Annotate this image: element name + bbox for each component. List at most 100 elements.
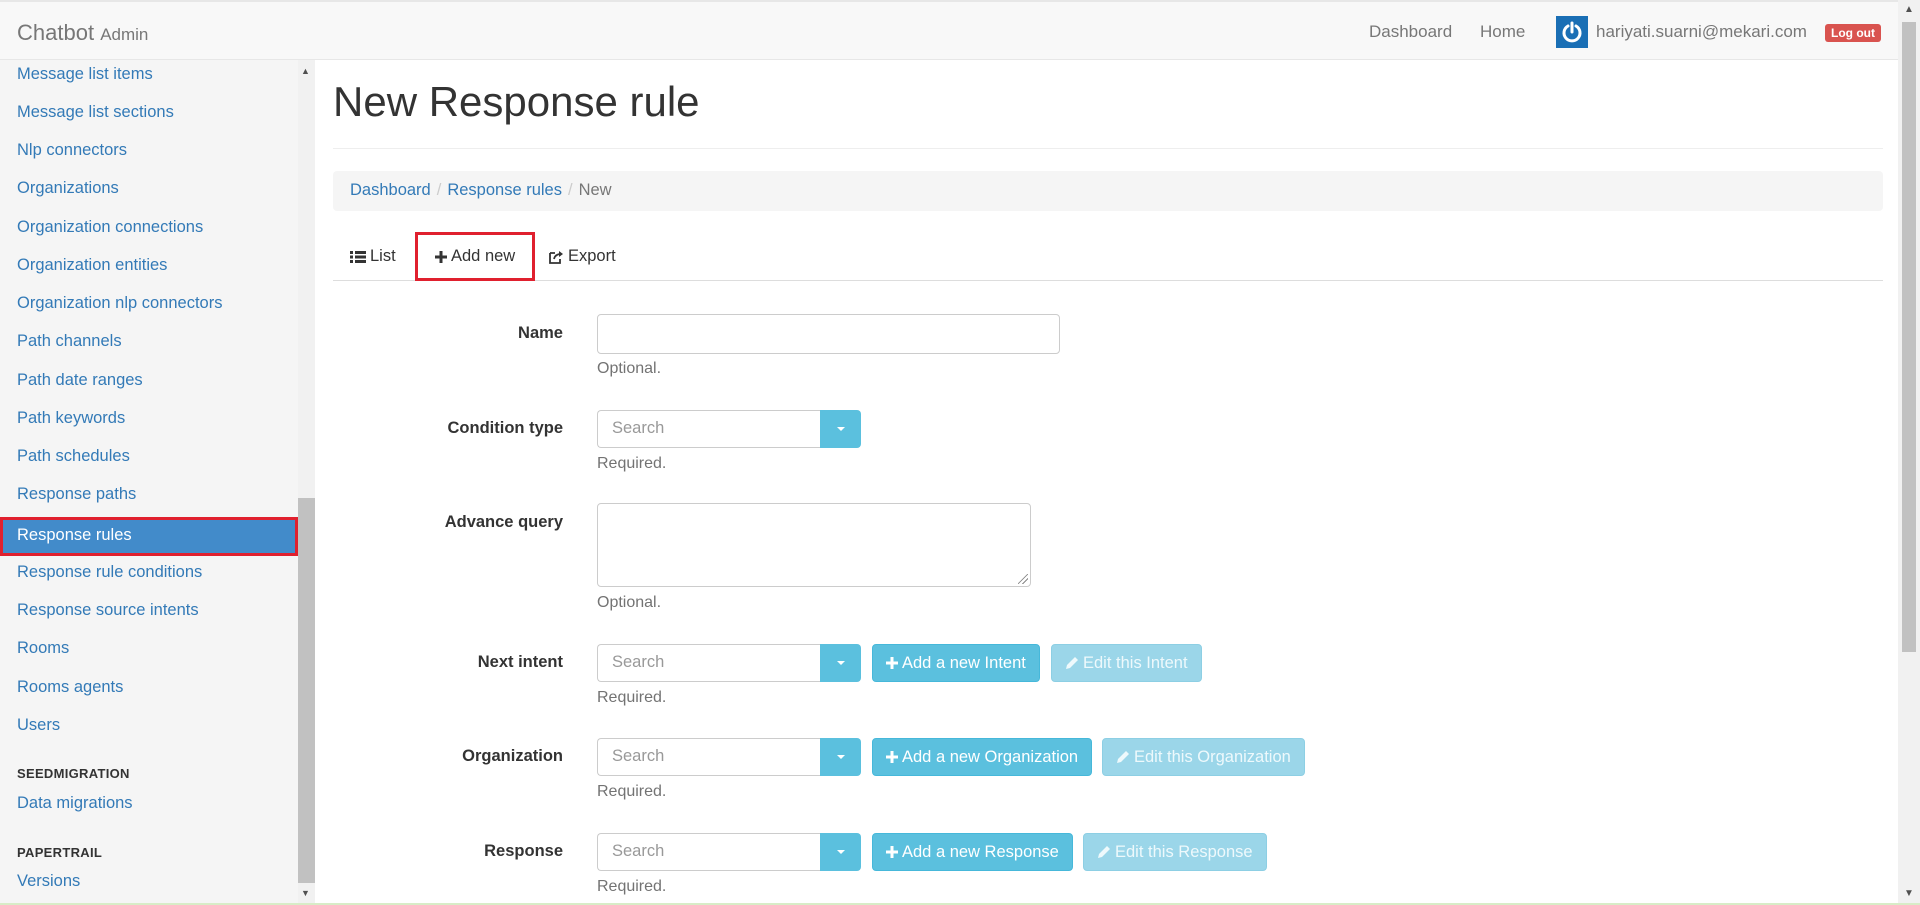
breadcrumb-current: New xyxy=(578,181,612,199)
sidebar-item-organization-entities[interactable]: Organization entities xyxy=(0,247,298,285)
add-organization-label: Add a new Organization xyxy=(902,747,1079,766)
page-scrollbar-thumb[interactable] xyxy=(1902,22,1916,652)
sidebar-item-organizations[interactable]: Organizations xyxy=(0,170,298,208)
user-menu[interactable]: hariyati.suarni@mekari.com xyxy=(1556,16,1807,48)
resize-grip-icon[interactable] xyxy=(1018,574,1028,584)
edit-response-button[interactable]: Edit this Response xyxy=(1083,833,1267,871)
sidebar-item-path-channels[interactable]: Path channels xyxy=(0,323,298,361)
condition-type-help: Required. xyxy=(597,455,667,472)
breadcrumb-dashboard[interactable]: Dashboard xyxy=(350,181,431,199)
pencil-icon xyxy=(1117,751,1129,763)
sidebar-item-response-rule-conditions[interactable]: Response rule conditions xyxy=(0,554,298,592)
sidebar-item-path-date-ranges[interactable]: Path date ranges xyxy=(0,362,298,400)
sidebar-scrollbar-thumb[interactable] xyxy=(298,498,315,883)
next-intent-dropdown-toggle[interactable] xyxy=(820,644,861,682)
edit-organization-label: Edit this Organization xyxy=(1134,747,1291,766)
top-navbar: Chatbot Admin Dashboard Home hariyati.su… xyxy=(0,0,1898,60)
add-intent-button[interactable]: Add a new Intent xyxy=(872,644,1040,682)
brand[interactable]: Chatbot Admin xyxy=(17,20,148,46)
breadcrumb: Dashboard / Response rules / New xyxy=(333,171,1883,211)
page-scroll-up-icon[interactable]: ▲ xyxy=(1904,4,1914,15)
response-dropdown-toggle[interactable] xyxy=(820,833,861,871)
sidebar-item-path-schedules[interactable]: Path schedules xyxy=(0,438,298,476)
scroll-up-arrow-icon[interactable]: ▲ xyxy=(301,66,310,76)
nav-dashboard-link[interactable]: Dashboard xyxy=(1369,22,1452,42)
list-icon xyxy=(350,250,366,263)
response-select[interactable]: Search xyxy=(597,833,861,871)
condition-type-dropdown-toggle[interactable] xyxy=(820,410,861,448)
next-intent-help: Required. xyxy=(597,689,667,706)
sidebar-item-users[interactable]: Users xyxy=(0,707,298,745)
action-tabs: List Add new Export xyxy=(333,232,1883,281)
next-intent-select[interactable]: Search xyxy=(597,644,861,682)
response-search-input[interactable]: Search xyxy=(597,833,820,871)
sidebar-item-nlp-connectors[interactable]: Nlp connectors xyxy=(0,132,298,170)
user-email: hariyati.suarni@mekari.com xyxy=(1596,22,1807,41)
sidebar-item-versions[interactable]: Versions xyxy=(0,863,298,901)
caret-down-icon xyxy=(836,427,845,431)
name-help: Optional. xyxy=(597,360,662,377)
logout-button[interactable]: Log out xyxy=(1825,24,1881,42)
response-label: Response xyxy=(484,842,563,860)
condition-type-label: Condition type xyxy=(447,419,563,437)
tab-add-new[interactable]: Add new xyxy=(415,232,536,281)
add-intent-label: Add a new Intent xyxy=(902,653,1026,672)
plus-icon xyxy=(886,751,898,763)
caret-down-icon xyxy=(836,755,845,759)
sidebar-section-header-papertrail: PAPERTRAIL xyxy=(17,845,103,860)
brand-subtitle: Admin xyxy=(100,25,149,44)
plus-icon xyxy=(886,846,898,858)
sidebar-item-organization-connections[interactable]: Organization connections xyxy=(0,209,298,247)
condition-type-select[interactable]: Search xyxy=(597,410,861,448)
caret-down-icon xyxy=(836,850,845,854)
title-divider xyxy=(333,148,1883,149)
sidebar-item-data-migrations[interactable]: Data migrations xyxy=(0,785,298,823)
add-response-button[interactable]: Add a new Response xyxy=(872,833,1073,871)
tab-list-label: List xyxy=(370,247,396,265)
caret-down-icon xyxy=(836,661,845,665)
advance-query-label: Advance query xyxy=(444,513,563,531)
sidebar-item-response-rules[interactable]: Response rules xyxy=(0,517,298,556)
sidebar-item-organization-nlp-connectors[interactable]: Organization nlp connectors xyxy=(0,285,298,323)
sidebar-item-rooms[interactable]: Rooms xyxy=(0,630,298,668)
sidebar-item-message-list-items[interactable]: Message list items xyxy=(0,60,298,94)
advance-query-textarea[interactable] xyxy=(597,503,1031,587)
add-response-label: Add a new Response xyxy=(902,842,1059,861)
page-scroll-down-icon[interactable]: ▼ xyxy=(1904,888,1914,899)
next-intent-search-input[interactable]: Search xyxy=(597,644,820,682)
name-label: Name xyxy=(518,324,563,342)
sidebar-item-message-list-sections[interactable]: Message list sections xyxy=(0,94,298,132)
plus-icon xyxy=(435,250,447,263)
sidebar-item-rooms-agents[interactable]: Rooms agents xyxy=(0,669,298,707)
edit-organization-button[interactable]: Edit this Organization xyxy=(1102,738,1305,776)
nav-home-link[interactable]: Home xyxy=(1480,22,1525,42)
tab-add-new-label: Add new xyxy=(451,247,516,265)
pencil-icon xyxy=(1098,846,1110,858)
plus-icon xyxy=(886,657,898,669)
brand-title: Chatbot xyxy=(17,20,95,45)
response-help: Required. xyxy=(597,878,667,895)
sidebar-item-response-source-intents[interactable]: Response source intents xyxy=(0,592,298,630)
condition-type-search-input[interactable]: Search xyxy=(597,410,820,448)
name-field[interactable] xyxy=(597,314,1060,354)
tab-export[interactable]: Export xyxy=(532,232,633,281)
edit-intent-label: Edit this Intent xyxy=(1083,653,1188,672)
organization-label: Organization xyxy=(462,747,563,765)
organization-select[interactable]: Search xyxy=(597,738,861,776)
pencil-icon xyxy=(1066,657,1078,669)
share-icon xyxy=(549,250,563,264)
avatar xyxy=(1556,16,1588,48)
sidebar-section-header-seedmigration: SEEDMIGRATION xyxy=(17,766,130,781)
breadcrumb-response-rules[interactable]: Response rules xyxy=(447,181,562,199)
tab-list[interactable]: List xyxy=(333,232,413,281)
sidebar-item-response-paths[interactable]: Response paths xyxy=(0,476,298,514)
tab-export-label: Export xyxy=(568,247,616,265)
add-organization-button[interactable]: Add a new Organization xyxy=(872,738,1093,776)
sidebar-item-path-keywords[interactable]: Path keywords xyxy=(0,400,298,438)
organization-search-input[interactable]: Search xyxy=(597,738,820,776)
edit-response-label: Edit this Response xyxy=(1115,842,1253,861)
power-icon xyxy=(1562,21,1582,43)
scroll-down-arrow-icon[interactable]: ▼ xyxy=(301,888,310,898)
edit-intent-button[interactable]: Edit this Intent xyxy=(1051,644,1202,682)
organization-dropdown-toggle[interactable] xyxy=(820,738,861,776)
